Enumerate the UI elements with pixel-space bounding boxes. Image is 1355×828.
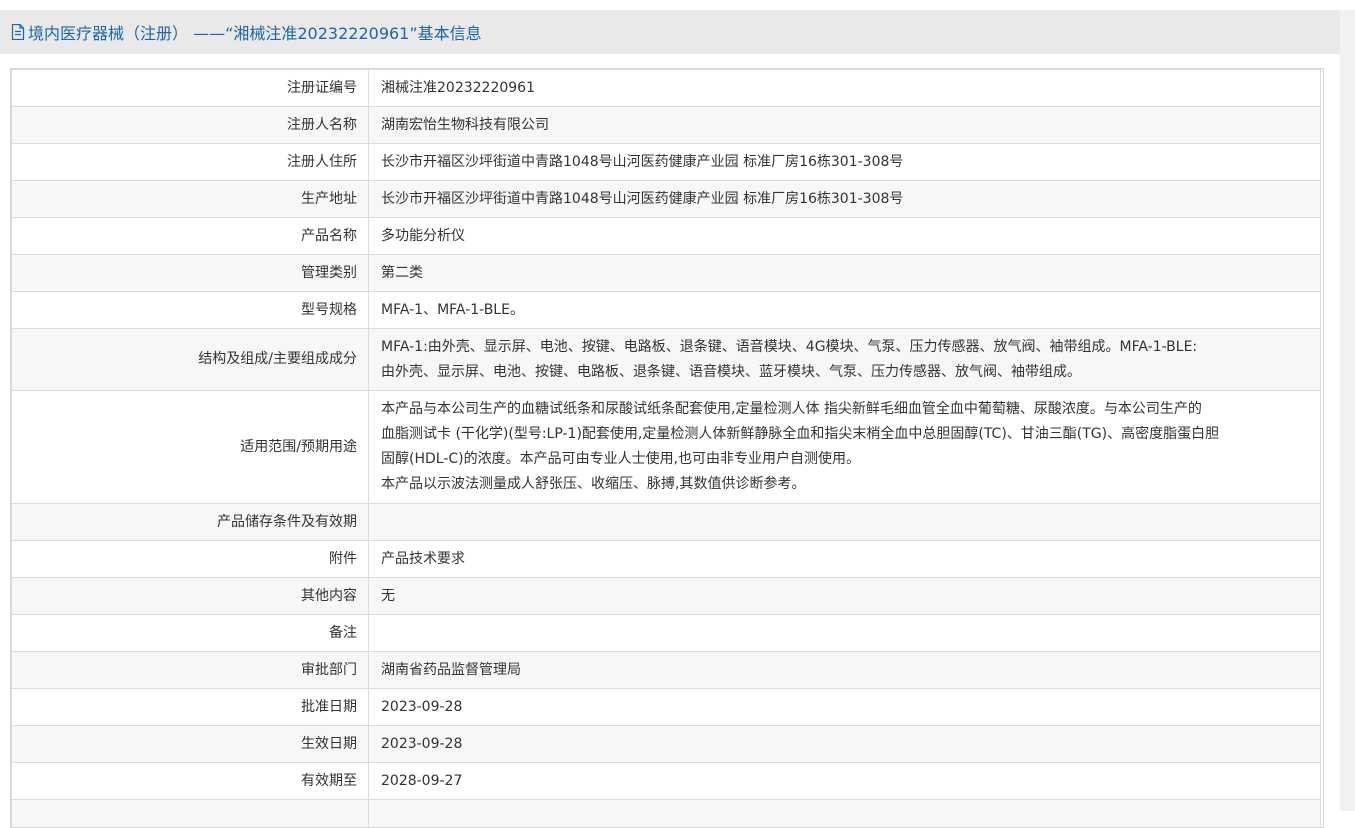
field-value: 2028-09-27 xyxy=(369,763,1321,800)
table-row: 适用范围/预期用途本产品与本公司生产的血糖试纸条和尿酸试纸条配套使用,定量检测人… xyxy=(12,391,1321,504)
table-row: 产品储存条件及有效期 xyxy=(12,504,1321,541)
field-value-line: 湘械注准20232220961 xyxy=(381,76,1310,101)
field-label: 有效期至 xyxy=(12,763,369,800)
field-value: 湘械注准20232220961 xyxy=(369,70,1321,107)
field-value: 2023-09-28 xyxy=(369,726,1321,763)
table-row: 注册证编号湘械注准20232220961 xyxy=(12,70,1321,107)
field-value-line: MFA-1、MFA-1-BLE。 xyxy=(381,298,1310,323)
field-label: 型号规格 xyxy=(12,292,369,329)
document-icon xyxy=(11,24,25,40)
header-bar: 境内医疗器械（注册） ——“湘械注准20232220961”基本信息 xyxy=(0,10,1340,54)
field-value: MFA-1、MFA-1-BLE。 xyxy=(369,292,1321,329)
field-value-line: 无 xyxy=(381,584,1310,609)
table-row: 其他内容无 xyxy=(12,578,1321,615)
field-label: 生产地址 xyxy=(12,181,369,218)
table-row: 生产地址长沙市开福区沙坪街道中青路1048号山河医药健康产业园 标准厂房16栋3… xyxy=(12,181,1321,218)
field-label: 备注 xyxy=(12,615,369,652)
field-value-line: 血脂测试卡 (干化学)(型号:LP-1)配套使用,定量检测人体新鲜静脉全血和指尖… xyxy=(381,422,1310,447)
field-label: 产品储存条件及有效期 xyxy=(12,504,369,541)
field-value-line: 本产品以示波法测量成人舒张压、收缩压、脉搏,其数值供诊断参考。 xyxy=(381,472,1310,497)
detail-table-container: 注册证编号湘械注准20232220961注册人名称湖南宏怡生物科技有限公司注册人… xyxy=(10,68,1324,828)
field-value-line: 产品技术要求 xyxy=(381,547,1310,572)
page-title: 境内医疗器械（注册） ——“湘械注准20232220961”基本信息 xyxy=(28,20,482,44)
field-label: 产品名称 xyxy=(12,218,369,255)
field-value: 本产品与本公司生产的血糖试纸条和尿酸试纸条配套使用,定量检测人体 指尖新鲜毛细血… xyxy=(369,391,1321,504)
table-row: 注册人名称湖南宏怡生物科技有限公司 xyxy=(12,107,1321,144)
field-value-line: 多功能分析仪 xyxy=(381,224,1310,249)
field-label: 管理类别 xyxy=(12,255,369,292)
field-label: 注册证编号 xyxy=(12,70,369,107)
field-label: 结构及组成/主要组成成分 xyxy=(12,329,369,391)
field-label: 其他内容 xyxy=(12,578,369,615)
field-value-line: 第二类 xyxy=(381,261,1310,286)
field-value-line: 2023-09-28 xyxy=(381,695,1310,720)
table-row: 附件产品技术要求 xyxy=(12,541,1321,578)
field-value-line: 由外壳、显示屏、电池、按键、电路板、退条键、语音模块、蓝牙模块、气泵、压力传感器… xyxy=(381,360,1310,385)
table-row: 审批部门湖南省药品监督管理局 xyxy=(12,652,1321,689)
field-value: 多功能分析仪 xyxy=(369,218,1321,255)
table-row: 型号规格 MFA-1、MFA-1-BLE。 xyxy=(12,292,1321,329)
table-row: 生效日期 2023-09-28 xyxy=(12,726,1321,763)
field-value: 2023-09-28 xyxy=(369,689,1321,726)
field-value-line: 湖南宏怡生物科技有限公司 xyxy=(381,113,1310,138)
field-value xyxy=(369,504,1321,541)
field-label: 适用范围/预期用途 xyxy=(12,391,369,504)
field-value: 长沙市开福区沙坪街道中青路1048号山河医药健康产业园 标准厂房16栋301-3… xyxy=(369,144,1321,181)
field-label: 批准日期 xyxy=(12,689,369,726)
field-label: 生效日期 xyxy=(12,726,369,763)
field-value-line: 2028-09-27 xyxy=(381,769,1310,794)
field-value: 长沙市开福区沙坪街道中青路1048号山河医药健康产业园 标准厂房16栋301-3… xyxy=(369,181,1321,218)
table-row: 批准日期 2023-09-28 xyxy=(12,689,1321,726)
field-label: 附件 xyxy=(12,541,369,578)
field-value: 产品技术要求 xyxy=(369,541,1321,578)
field-value-line: MFA-1:由外壳、显示屏、电池、按键、电路板、退条键、语音模块、4G模块、气泵… xyxy=(381,335,1310,360)
table-row: 结构及组成/主要组成成分 MFA-1:由外壳、显示屏、电池、按键、电路板、退条键、… xyxy=(12,329,1321,391)
field-value: 第二类 xyxy=(369,255,1321,292)
field-value xyxy=(369,800,1321,828)
field-value-line: 本产品与本公司生产的血糖试纸条和尿酸试纸条配套使用,定量检测人体 指尖新鲜毛细血… xyxy=(381,397,1310,422)
detail-table: 注册证编号湘械注准20232220961注册人名称湖南宏怡生物科技有限公司注册人… xyxy=(11,69,1321,828)
field-label: 审批部门 xyxy=(12,652,369,689)
table-row: 管理类别第二类 xyxy=(12,255,1321,292)
field-value: 湖南省药品监督管理局 xyxy=(369,652,1321,689)
field-value-line: 2023-09-28 xyxy=(381,732,1310,757)
field-value: 湖南宏怡生物科技有限公司 xyxy=(369,107,1321,144)
field-label: 注册人住所 xyxy=(12,144,369,181)
field-value-line: 长沙市开福区沙坪街道中青路1048号山河医药健康产业园 标准厂房16栋301-3… xyxy=(381,150,1310,175)
table-row: 注册人住所长沙市开福区沙坪街道中青路1048号山河医药健康产业园 标准厂房16栋… xyxy=(12,144,1321,181)
table-row: 产品名称多功能分析仪 xyxy=(12,218,1321,255)
field-value-line: 固醇(HDL-C)的浓度。本产品可由专业人士使用,也可由非专业用户自测使用。 xyxy=(381,447,1310,472)
field-label xyxy=(12,800,369,828)
page-scrollbar[interactable] xyxy=(1340,10,1355,811)
field-value xyxy=(369,615,1321,652)
table-row xyxy=(12,800,1321,828)
field-value-line: 湖南省药品监督管理局 xyxy=(381,658,1310,683)
table-row: 备注 xyxy=(12,615,1321,652)
table-row: 有效期至 2028-09-27 xyxy=(12,763,1321,800)
field-value: MFA-1:由外壳、显示屏、电池、按键、电路板、退条键、语音模块、4G模块、气泵… xyxy=(369,329,1321,391)
field-label: 注册人名称 xyxy=(12,107,369,144)
field-value: 无 xyxy=(369,578,1321,615)
field-value-line: 长沙市开福区沙坪街道中青路1048号山河医药健康产业园 标准厂房16栋301-3… xyxy=(381,187,1310,212)
page: 境内医疗器械（注册） ——“湘械注准20232220961”基本信息 注册证编号… xyxy=(0,0,1355,811)
